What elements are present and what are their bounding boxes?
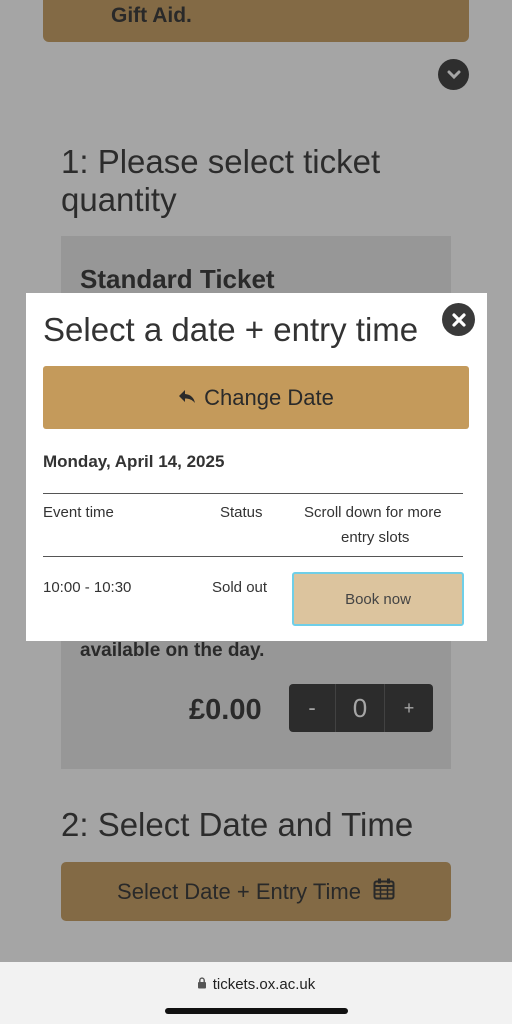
selected-date: Monday, April 14, 2025 — [43, 452, 225, 471]
url-text: tickets.ox.ac.uk — [212, 976, 316, 993]
slot-status: Sold out — [212, 579, 268, 596]
date-time-modal: Select a date + entry time Change Date M… — [26, 293, 487, 641]
change-date-button[interactable]: Change Date — [43, 366, 469, 429]
reply-arrow-icon — [178, 385, 196, 411]
change-date-label: Change Date — [204, 384, 334, 410]
book-now-button[interactable]: Book now — [292, 572, 464, 626]
table-header-divider — [43, 556, 463, 557]
lock-icon — [197, 976, 207, 993]
header-event-time: Event time — [43, 504, 114, 521]
modal-title: Select a date + entry time — [43, 311, 419, 348]
close-icon[interactable] — [442, 303, 475, 336]
header-more-line1: Scroll down for more — [304, 504, 442, 521]
url-display[interactable]: tickets.ox.ac.uk — [0, 976, 512, 993]
table-top-divider — [43, 493, 463, 494]
home-indicator[interactable] — [165, 1008, 348, 1014]
browser-url-bar[interactable]: tickets.ox.ac.uk — [0, 962, 512, 1024]
slot-time: 10:00 - 10:30 — [43, 579, 132, 596]
header-status: Status — [220, 504, 263, 521]
header-more-line2: entry slots — [341, 529, 410, 546]
